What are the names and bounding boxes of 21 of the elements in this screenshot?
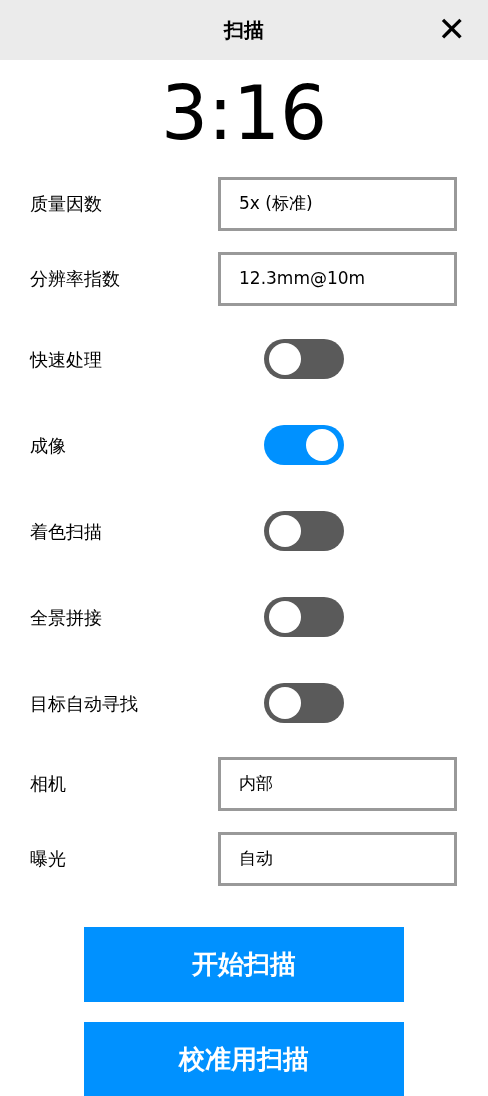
window-title: 扫描 [224,17,264,44]
close-button[interactable]: ✕ [437,12,466,46]
timer: 3:16 [160,76,328,150]
toggle-switch[interactable] [264,425,344,465]
toggle-switch[interactable] [264,597,344,637]
setting-label: 曝光 [30,847,67,871]
input-field[interactable]: 5x (标准) [218,176,457,231]
setting-label: 目标自动寻找 [30,691,139,716]
setting-label: 质量因数 [30,192,103,216]
toggle-switch[interactable] [264,683,344,723]
toggle-switch[interactable] [264,511,344,551]
setting-label: 着色扫描 [30,519,103,544]
setting-label: 快速处理 [30,347,103,372]
input-field[interactable]: 12.3mm@10m [218,251,457,306]
setting-label: 相机 [30,772,67,796]
toggle-switch[interactable] [264,339,344,379]
setting-label: 分辨率指数 [30,267,121,291]
setting-label: 全景拼接 [30,605,103,630]
setting-label: 成像 [30,433,67,458]
input-field[interactable]: 内部 [218,756,457,811]
input-field[interactable]: 自动 [218,831,457,886]
